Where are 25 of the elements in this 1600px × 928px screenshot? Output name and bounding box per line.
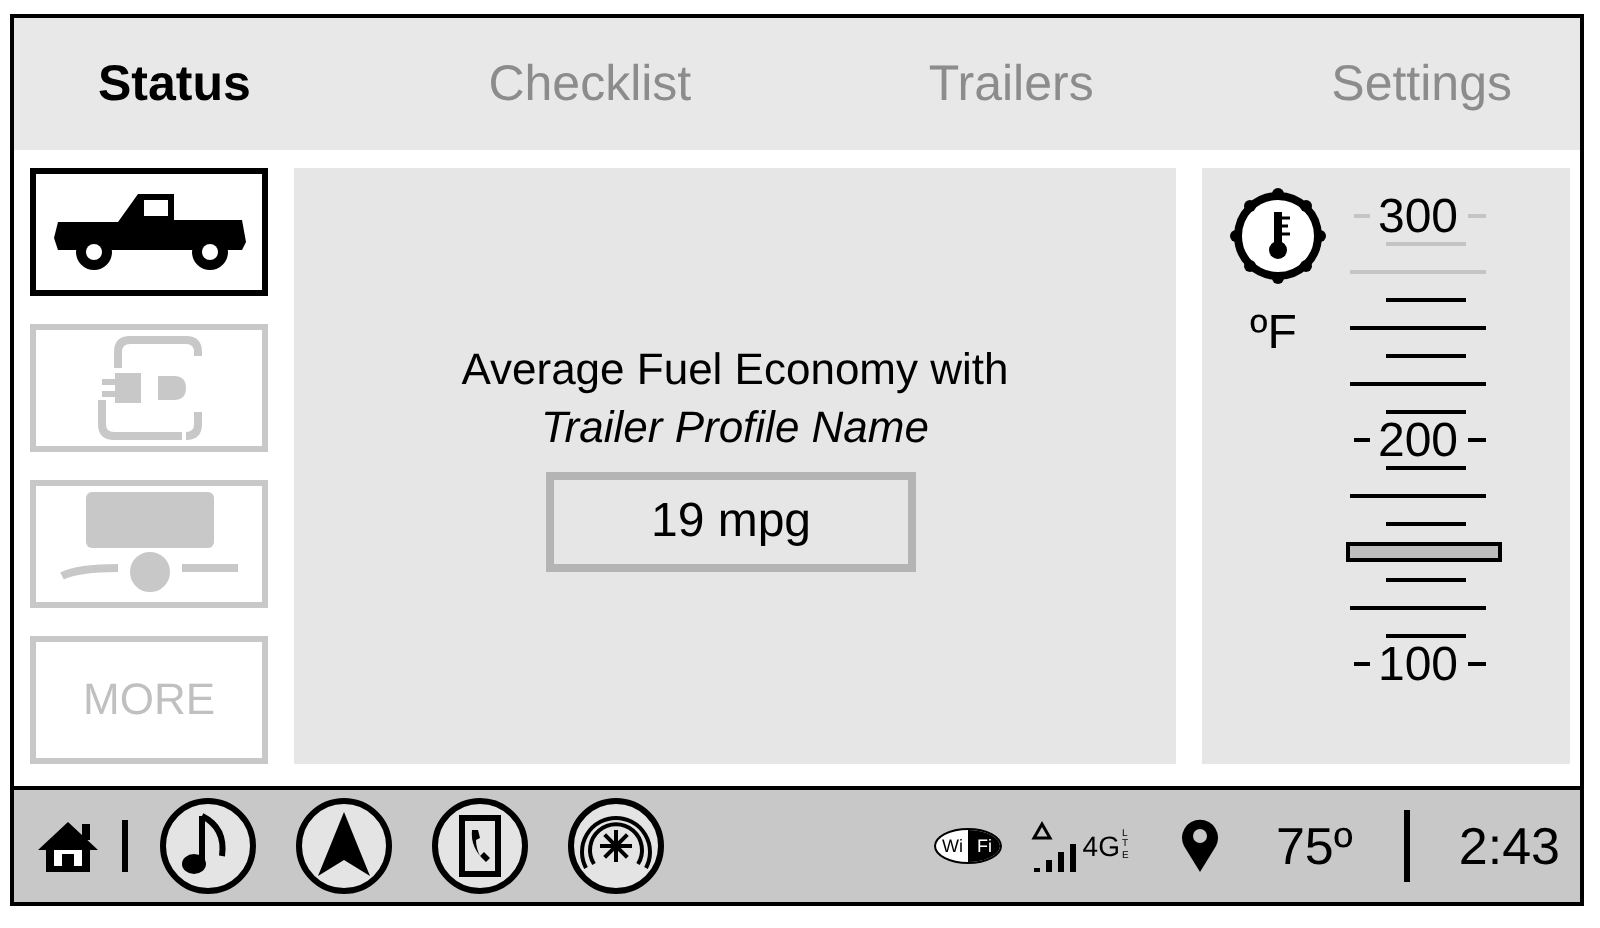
tab[interactable]: Checklist [476, 47, 704, 121]
clock: 2:43 [1458, 815, 1560, 877]
network-label: 4G [1082, 830, 1120, 862]
fuel-economy-title: Average Fuel Economy with [461, 342, 1009, 398]
sidebar-item[interactable] [30, 168, 268, 296]
trailer-profile-name: Trailer Profile Name [541, 400, 929, 456]
pickup-truck-icon [49, 190, 249, 274]
signal-icon [1026, 820, 1079, 872]
scale-label: 300 [1377, 190, 1459, 244]
scale-label: 200 [1377, 414, 1459, 468]
tab[interactable]: Trailers [916, 47, 1106, 121]
tab[interactable]: Settings [1319, 47, 1524, 121]
phone-icon[interactable] [430, 796, 530, 896]
thermometer-icon [1230, 188, 1326, 284]
outside-temperature: 75º [1275, 815, 1353, 877]
location-pin-icon [1179, 818, 1220, 874]
music-note-icon[interactable] [158, 796, 258, 896]
home-icon[interactable] [34, 816, 102, 876]
tab[interactable]: Status [86, 47, 263, 121]
wifi-icon: Wi Fi [934, 828, 1003, 864]
scale-label: 100 [1377, 638, 1459, 692]
more-button[interactable]: MORE [30, 636, 268, 764]
unit-label: ºF [1250, 306, 1297, 360]
fuel-economy-value: 19 mpg [546, 472, 916, 572]
climate-icon[interactable] [566, 796, 666, 896]
